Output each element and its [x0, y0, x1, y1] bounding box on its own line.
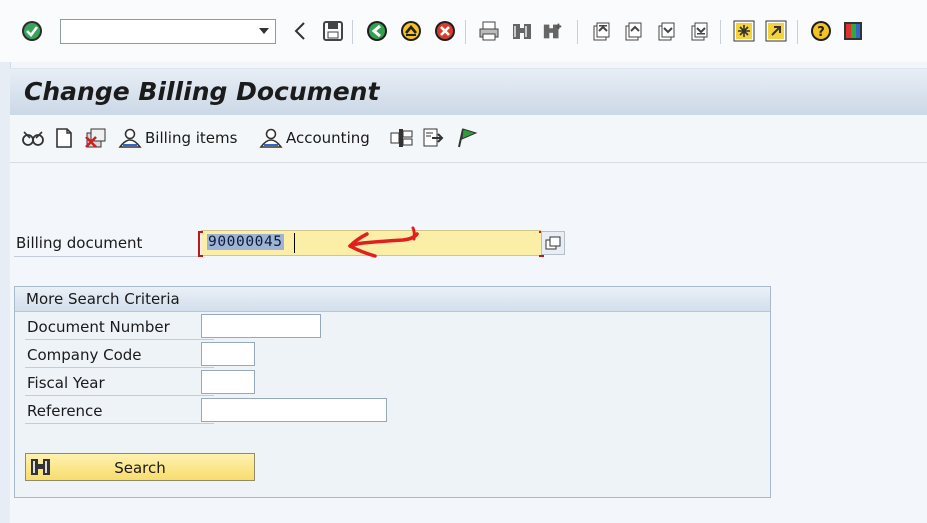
fiscal-year-input[interactable] — [201, 370, 255, 394]
billing-document-value[interactable]: 90000045 — [207, 234, 284, 250]
customize-layout-icon[interactable] — [842, 20, 864, 42]
company-code-label: Company Code — [27, 346, 142, 364]
save-icon[interactable] — [322, 20, 344, 42]
title-bar: Change Billing Document — [10, 68, 927, 116]
value-help-button[interactable] — [541, 231, 565, 255]
company-code-input[interactable] — [201, 342, 255, 366]
cancel-document-icon[interactable] — [83, 127, 109, 149]
fiscal-year-label: Fiscal Year — [27, 374, 105, 392]
output-icon[interactable] — [389, 127, 415, 149]
reference-label: Reference — [27, 402, 103, 420]
group-title: More Search Criteria — [26, 290, 180, 308]
value-help-icon — [545, 236, 561, 250]
print-icon[interactable] — [478, 20, 500, 42]
first-page-icon[interactable] — [590, 20, 612, 42]
flag-icon[interactable] — [455, 127, 479, 149]
create-session-icon[interactable] — [733, 20, 755, 42]
new-document-icon[interactable] — [55, 127, 73, 149]
svg-text:?: ? — [817, 25, 825, 40]
billing-items-icon — [118, 128, 142, 148]
exit-icon[interactable] — [400, 20, 422, 42]
system-toolbar: ? — [0, 0, 927, 62]
row-underline — [25, 339, 214, 340]
find-next-icon[interactable] — [542, 20, 564, 42]
billing-items-button[interactable]: Billing items — [117, 127, 237, 149]
accounting-label: Accounting — [286, 129, 370, 147]
billing-document-label: Billing document — [16, 234, 143, 252]
display-change-icon[interactable] — [20, 127, 46, 149]
back-nav-icon[interactable] — [366, 20, 388, 42]
required-bracket-left — [198, 231, 203, 257]
shortcut-icon[interactable] — [765, 20, 787, 42]
chevron-down-icon[interactable] — [259, 28, 269, 34]
previous-page-icon[interactable] — [622, 20, 644, 42]
command-field[interactable] — [60, 19, 276, 44]
accounting-icon — [259, 128, 283, 148]
more-search-criteria-group: More Search Criteria Document Number Com… — [14, 286, 771, 498]
text-caret — [294, 233, 295, 253]
search-button-label: Search — [114, 459, 166, 477]
label-underline — [14, 256, 199, 257]
search-button[interactable]: Search — [25, 453, 255, 481]
enter-icon[interactable] — [21, 20, 43, 42]
next-page-icon[interactable] — [655, 20, 677, 42]
help-icon[interactable]: ? — [810, 20, 832, 42]
document-number-label: Document Number — [27, 318, 170, 336]
billing-items-label: Billing items — [145, 129, 238, 147]
back-icon[interactable] — [289, 20, 311, 42]
row-underline — [25, 423, 214, 424]
annotation-arrow — [348, 226, 419, 258]
document-number-input[interactable] — [201, 314, 321, 338]
last-page-icon[interactable] — [688, 20, 710, 42]
find-icon[interactable] — [511, 20, 533, 42]
page-title: Change Billing Document — [24, 77, 380, 106]
row-underline — [25, 395, 214, 396]
release-icon[interactable] — [422, 127, 446, 149]
cancel-icon[interactable] — [434, 20, 456, 42]
row-underline — [25, 367, 214, 368]
command-input[interactable] — [65, 21, 255, 44]
accounting-button[interactable]: Accounting — [258, 127, 370, 149]
group-header: More Search Criteria — [15, 287, 770, 312]
reference-input[interactable] — [201, 398, 387, 422]
